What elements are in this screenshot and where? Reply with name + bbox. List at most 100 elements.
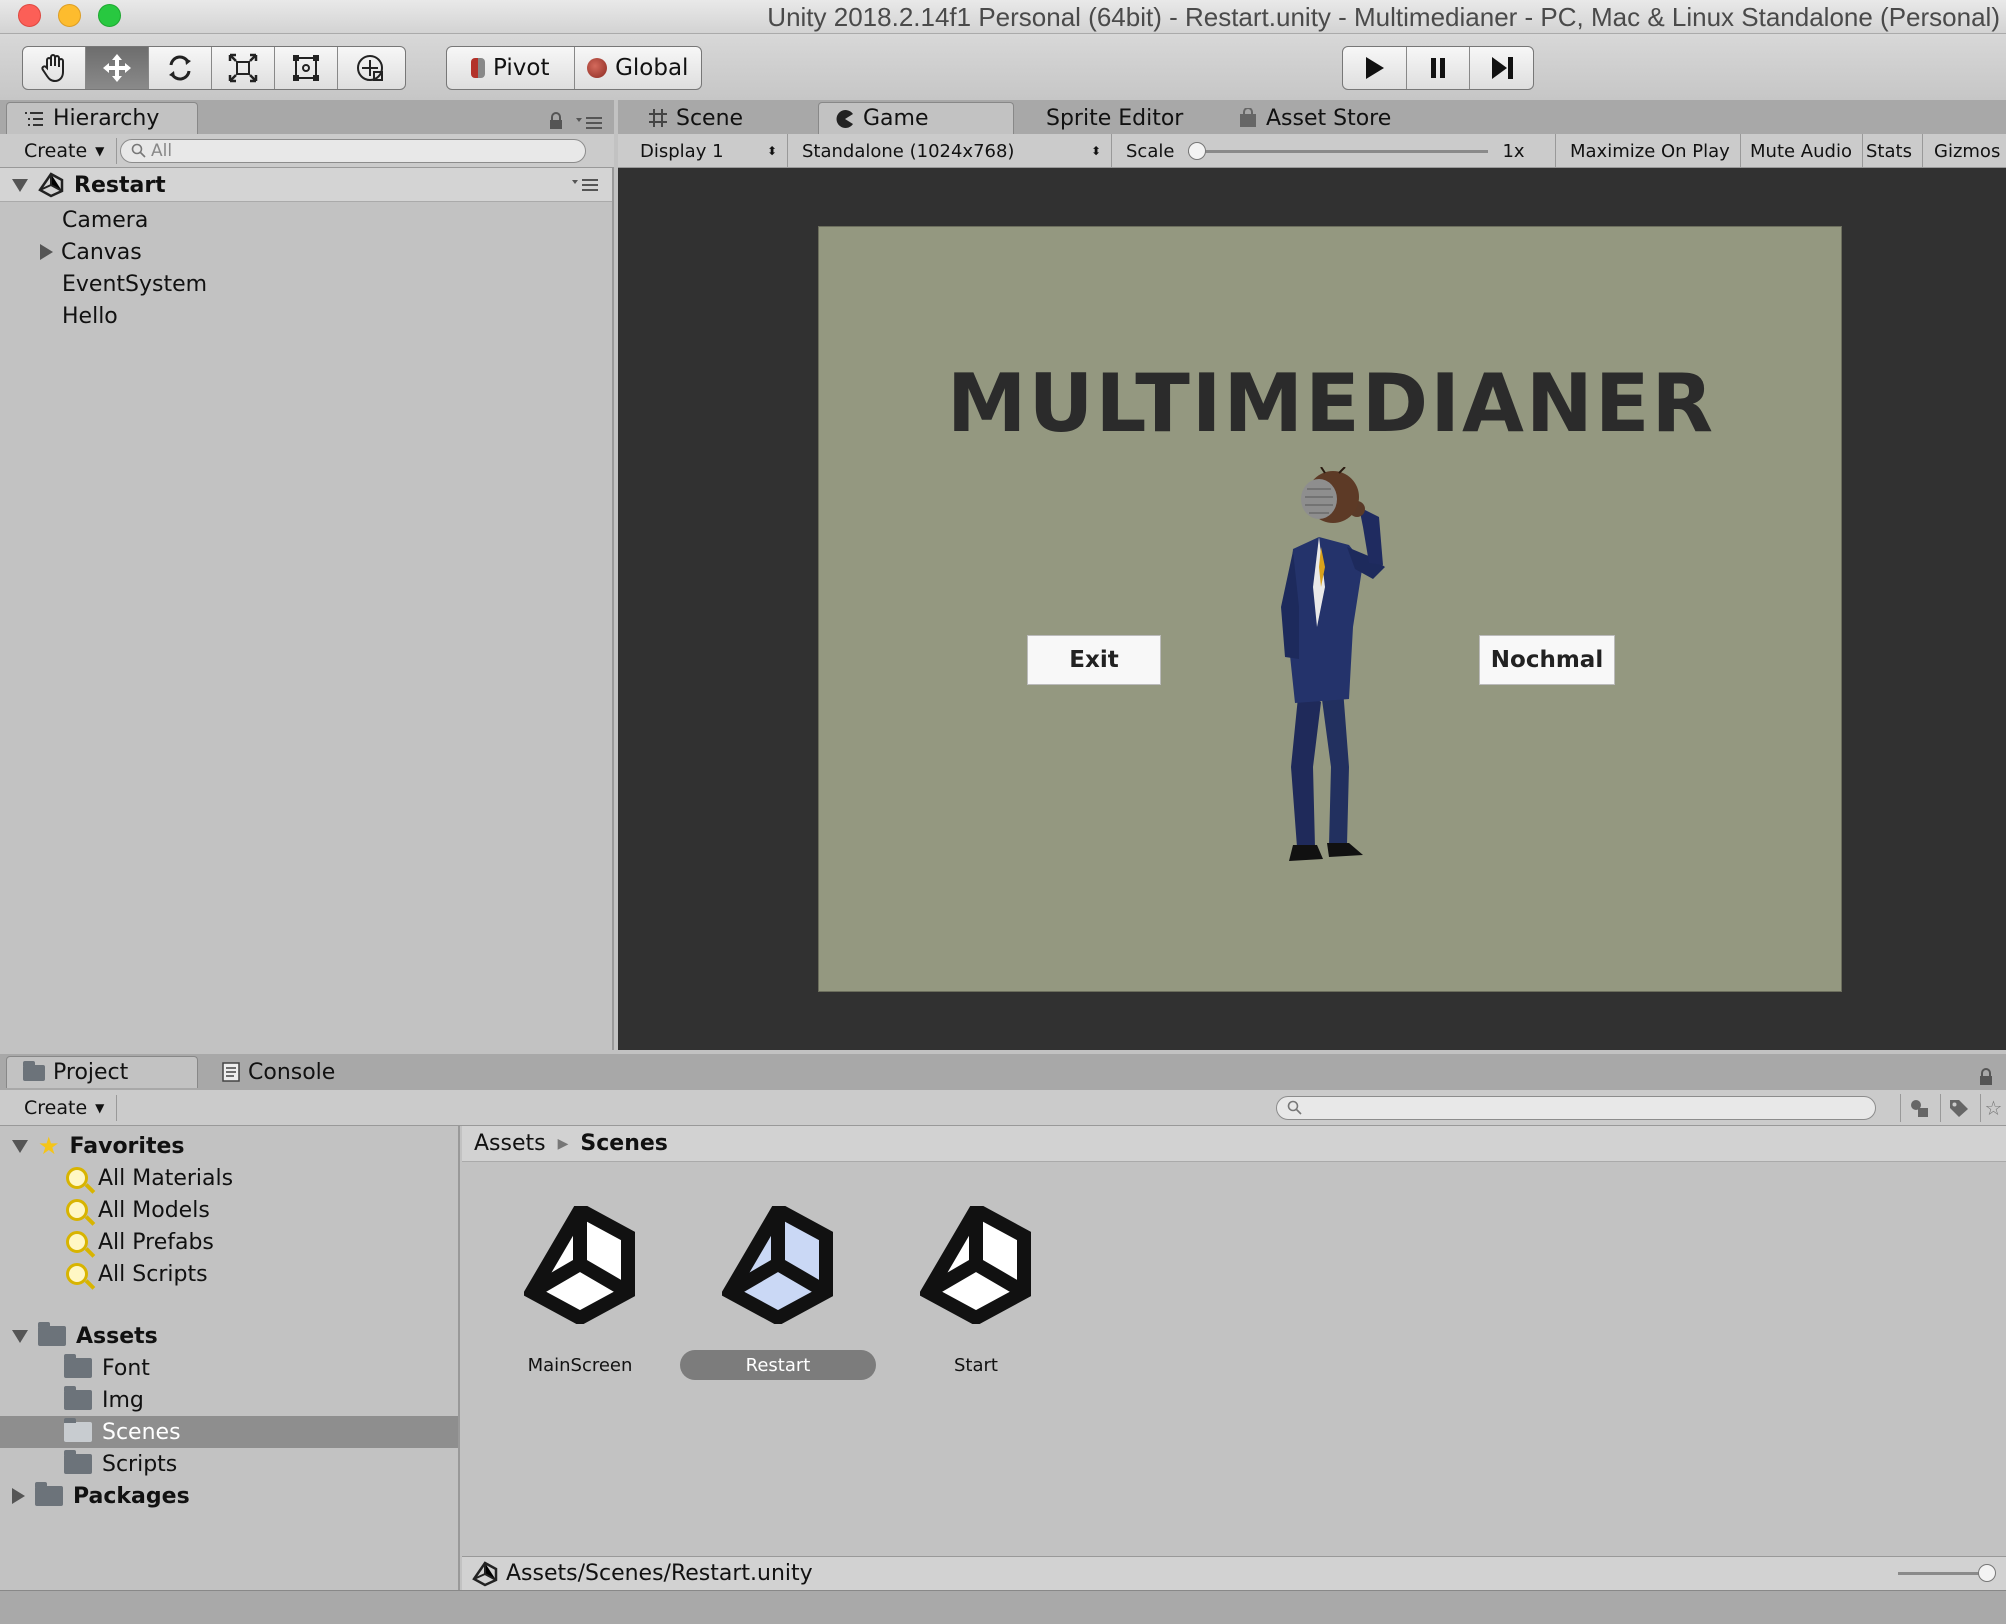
- game-canvas[interactable]: MULTIMEDIANER Exit Nochmal: [818, 226, 1842, 992]
- scene-asset-start[interactable]: Start: [876, 1206, 1076, 1396]
- maximize-window-button[interactable]: [98, 4, 121, 27]
- tab-project[interactable]: Project: [6, 1056, 198, 1088]
- mute-label: Mute Audio: [1750, 140, 1852, 162]
- pivot-toggle[interactable]: Pivot: [447, 47, 575, 89]
- project-tab-label: Project: [53, 1060, 129, 1085]
- resolution-select[interactable]: Standalone (1024x768) ⬍: [792, 134, 1112, 168]
- grid-icon: [649, 109, 667, 127]
- asset-store-tab-label: Asset Store: [1266, 105, 1392, 131]
- lock-icon[interactable]: [548, 112, 564, 130]
- breadcrumb-scenes[interactable]: Scenes: [580, 1131, 667, 1156]
- breadcrumb-assets[interactable]: Assets: [474, 1131, 546, 1156]
- expand-arrow-icon[interactable]: [12, 1488, 25, 1504]
- tab-console[interactable]: Console: [206, 1056, 386, 1088]
- favorite-label: All Materials: [98, 1165, 234, 1191]
- rotate-tool-button[interactable]: [149, 47, 212, 89]
- step-button[interactable]: [1470, 47, 1533, 89]
- search-by-label-button[interactable]: [1940, 1094, 1976, 1122]
- transform-tool-button[interactable]: [338, 47, 401, 89]
- expand-arrow-icon[interactable]: [12, 1139, 28, 1153]
- resolution-label: Standalone (1024x768): [802, 140, 1015, 162]
- tag-icon: [1949, 1100, 1968, 1117]
- asset-path: Assets/Scenes/Restart.unity: [506, 1561, 813, 1586]
- play-button[interactable]: [1343, 47, 1407, 89]
- hierarchy-create-button[interactable]: Create ▼: [12, 138, 118, 164]
- close-window-button[interactable]: [18, 4, 41, 27]
- search-filter-icon: [66, 1167, 88, 1189]
- slider-handle[interactable]: [1188, 142, 1207, 160]
- sprite-editor-tab-label: Sprite Editor: [1046, 105, 1184, 131]
- expand-arrow-icon[interactable]: [40, 244, 53, 260]
- folder-scenes[interactable]: Scenes: [64, 1416, 181, 1448]
- expand-arrow-icon[interactable]: [12, 178, 28, 192]
- gizmos-toggle[interactable]: Gizmos: [1924, 134, 2006, 168]
- global-toggle[interactable]: Global: [575, 47, 702, 89]
- scene-asset-restart[interactable]: Restart: [678, 1206, 878, 1396]
- asset-label: Restart: [680, 1350, 876, 1380]
- hand-tool-button[interactable]: [23, 47, 86, 89]
- globe-icon: [587, 58, 608, 78]
- project-search-input[interactable]: [1276, 1096, 1876, 1120]
- scene-menu-icon[interactable]: [572, 178, 600, 192]
- packages-folder[interactable]: Packages: [12, 1480, 190, 1512]
- expand-arrow-icon[interactable]: [12, 1329, 28, 1343]
- hierarchy-scene-root[interactable]: Restart: [0, 168, 612, 202]
- transform-icon: [356, 55, 383, 81]
- hierarchy-item-camera[interactable]: Camera: [62, 204, 148, 236]
- slider-handle[interactable]: [1978, 1564, 1996, 1582]
- scale-slider[interactable]: [1188, 141, 1489, 161]
- exit-button[interactable]: Exit: [1027, 635, 1161, 685]
- mute-audio-toggle[interactable]: Mute Audio: [1740, 134, 1863, 168]
- folder-scripts[interactable]: Scripts: [64, 1448, 177, 1480]
- fly-man-character: [1281, 467, 1385, 861]
- scene-asset-mainscreen[interactable]: MainScreen: [480, 1206, 680, 1396]
- pause-button[interactable]: [1407, 47, 1471, 89]
- minimize-window-button[interactable]: [58, 4, 81, 27]
- hierarchy-search-input[interactable]: All: [120, 139, 586, 163]
- main-toolbar: Pivot Global: [0, 34, 2006, 100]
- scale-tool-button[interactable]: [212, 47, 275, 89]
- game-title: MULTIMEDIANER: [946, 357, 1716, 450]
- rotate-icon: [169, 55, 191, 81]
- favorite-all-models[interactable]: All Models: [66, 1194, 210, 1226]
- favorite-label: All Scripts: [98, 1261, 208, 1287]
- favorite-all-prefabs[interactable]: All Prefabs: [66, 1226, 214, 1258]
- folder-icon: [64, 1450, 92, 1474]
- game-toolbar: Display 1 ⬍ Standalone (1024x768) ⬍ Scal…: [618, 134, 2006, 168]
- maximize-on-play-toggle[interactable]: Maximize On Play: [1560, 134, 1741, 168]
- favorites-header[interactable]: ★ Favorites: [12, 1130, 184, 1162]
- tab-asset-store[interactable]: Asset Store: [1222, 102, 1422, 134]
- rect-tool-button[interactable]: [275, 47, 338, 89]
- star-outline-icon: ☆: [1984, 1096, 2003, 1120]
- lock-icon[interactable]: [1978, 1068, 1994, 1086]
- scale-icon: [228, 53, 258, 83]
- icon-size-slider[interactable]: [1898, 1564, 1996, 1582]
- hierarchy-item-eventsystem[interactable]: EventSystem: [62, 268, 207, 300]
- search-by-type-button[interactable]: [1900, 1094, 1936, 1122]
- favorite-all-scripts[interactable]: All Scripts: [66, 1258, 208, 1290]
- tab-game[interactable]: Game: [818, 102, 1014, 134]
- tab-hierarchy[interactable]: Hierarchy: [6, 102, 198, 134]
- asset-label: Start: [954, 1354, 998, 1376]
- display-select[interactable]: Display 1 ⬍: [630, 134, 788, 168]
- maximize-label: Maximize On Play: [1570, 140, 1730, 162]
- move-tool-button[interactable]: [86, 47, 149, 89]
- favorite-all-materials[interactable]: All Materials: [66, 1162, 233, 1194]
- scene-root-label: Restart: [74, 172, 166, 198]
- tab-scene[interactable]: Scene: [632, 102, 792, 134]
- assets-folder[interactable]: Assets: [12, 1320, 158, 1352]
- folder-font[interactable]: Font: [64, 1352, 150, 1384]
- hierarchy-item-canvas[interactable]: Canvas: [40, 236, 142, 268]
- shopping-bag-icon: [1240, 108, 1256, 127]
- console-icon: [222, 1062, 240, 1082]
- panel-menu-icon[interactable]: [576, 116, 604, 130]
- save-search-button[interactable]: ☆: [1980, 1094, 2006, 1122]
- stats-toggle[interactable]: Stats: [1856, 134, 1923, 168]
- folder-img[interactable]: Img: [64, 1384, 144, 1416]
- pause-icon: [1431, 58, 1445, 78]
- nochmal-button[interactable]: Nochmal: [1479, 635, 1615, 685]
- hierarchy-item-hello[interactable]: Hello: [62, 300, 118, 332]
- breadcrumb-separator-icon: ▶: [557, 1135, 569, 1152]
- project-create-button[interactable]: Create ▼: [12, 1095, 118, 1121]
- tab-sprite-editor[interactable]: Sprite Editor: [1030, 102, 1200, 134]
